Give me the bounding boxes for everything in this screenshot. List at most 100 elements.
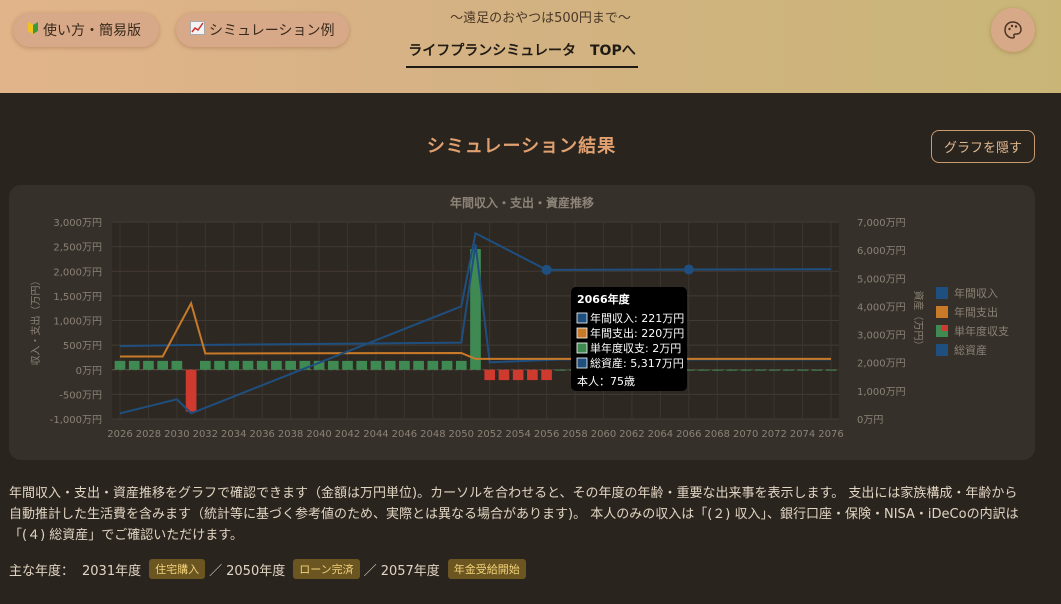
balance-bar (242, 360, 254, 370)
balance-bar (171, 360, 183, 370)
y-tick-label: 1,500万円 (53, 292, 102, 303)
result-title: シミュレーション結果 (426, 136, 617, 157)
y2-tick-label: 4,000万円 (857, 302, 906, 313)
balance-bar (541, 369, 552, 381)
event-badge-pension: 年金受給開始 (447, 559, 526, 579)
balance-bar (327, 360, 339, 370)
tooltip-footer: 本人：75歳 (577, 374, 635, 388)
balance-bar (370, 360, 382, 370)
key-year-3: 2057年度 (380, 563, 440, 579)
balance-bar (143, 360, 154, 370)
x-tick-label: 2060 (591, 429, 616, 440)
balance-bar (356, 360, 368, 370)
chart-title: 年間収入・支出・資産推移 (450, 195, 594, 210)
balance-bar (157, 360, 168, 370)
x-tick-label: 2040 (306, 429, 331, 440)
y-tick-label: -500万円 (59, 390, 102, 401)
balance-bar (399, 360, 410, 370)
x-tick-label: 2044 (363, 429, 388, 440)
x-tick-label: 2066 (676, 429, 701, 440)
balance-bar (512, 369, 524, 381)
balance-bar (342, 360, 353, 370)
key-years-label: 主な年度： (9, 563, 75, 579)
theme-palette-button[interactable] (991, 8, 1035, 52)
y-tick-label: -1,000万円 (50, 415, 102, 426)
balance-bar (697, 369, 709, 371)
x-tick-label: 2076 (818, 429, 843, 440)
x-tick-label: 2038 (278, 429, 303, 440)
tagline: 〜遠足のおやつは500円まで〜 (450, 11, 631, 26)
y2-tick-label: 5,000万円 (857, 274, 906, 285)
balance-bar (726, 369, 737, 371)
legend-swatch (936, 306, 948, 318)
y-axis-label: 収入・支出（万円） (29, 276, 42, 366)
event-badge-house: 住宅購入 (149, 559, 206, 579)
x-tick-label: 2036 (249, 429, 274, 440)
x-tick-label: 2046 (392, 429, 417, 440)
event-badge-loan: ローン完済 (293, 559, 360, 579)
balance-bar (498, 369, 510, 381)
balance-bar (783, 369, 794, 371)
tooltip-swatch (576, 327, 588, 339)
balance-bar (768, 369, 780, 371)
tooltip-swatch (576, 342, 588, 354)
y-tick-label: 3,000万円 (53, 218, 102, 229)
balance-bar (740, 369, 752, 371)
balance-bar (384, 360, 396, 370)
app-header: 使い方・簡易版 シミュレーション例 〜遠足のおやつは500円まで〜 ライフプラン… (0, 0, 1061, 93)
y-tick-label: 2,500万円 (53, 243, 102, 254)
legend-swatch (942, 325, 948, 331)
tooltip-row: 年間支出: 220万円 (590, 326, 684, 340)
key-year-2: 2050年度 (226, 563, 286, 579)
tooltip-row: 単年度収支: 2万円 (590, 341, 681, 355)
x-tick-label: 2058 (562, 429, 587, 440)
hide-graph-button[interactable]: グラフを隠す (931, 130, 1035, 163)
x-tick-label: 2072 (761, 429, 786, 440)
tooltip-row: 総資産: 5,317万円 (590, 356, 684, 370)
x-tick-label: 2068 (705, 429, 730, 440)
tooltip-swatch (576, 357, 588, 369)
chart-card: 年間収入・支出・資産推移 3,000万円 2,500万円 2,000万円 1,500万円… (9, 185, 1035, 460)
balance-bar (797, 369, 808, 371)
y2-tick-label: 2,000万円 (857, 359, 906, 370)
y-tick-label: 0万円 (76, 366, 102, 377)
y-tick-label: 2,000万円 (53, 267, 102, 278)
x-tick-label: 2064 (648, 429, 673, 440)
balance-bar (271, 360, 282, 370)
legend-label: 単年度収支 (954, 324, 1009, 338)
balance-bar (555, 369, 567, 371)
asset-marker (541, 264, 552, 275)
x-tick-label: 2054 (505, 429, 530, 440)
balance-bar (256, 360, 268, 370)
y-tick-label: 500万円 (63, 341, 102, 352)
x-tick-label: 2028 (136, 429, 161, 440)
balance-bar (285, 360, 296, 370)
x-tick-label: 2048 (420, 429, 445, 440)
separator: ／ (209, 563, 223, 579)
balance-bar (185, 369, 197, 412)
balance-bar (754, 369, 766, 371)
x-tick-label: 2042 (335, 429, 360, 440)
legend-swatch (936, 287, 948, 299)
x-tick-label: 2030 (164, 429, 189, 440)
y2-tick-label: 0万円 (857, 415, 883, 426)
chart-description: 年間収入・支出・資産推移をグラフで確認できます（金額は万円単位)。カーソルを合わ… (9, 486, 1019, 543)
balance-bar (199, 360, 211, 370)
x-tick-label: 2026 (107, 429, 132, 440)
y2-tick-label: 3,000万円 (857, 331, 906, 342)
income-expense-asset-chart[interactable]: 年間収入・支出・資産推移 3,000万円 2,500万円 2,000万円 1,500万円… (9, 185, 1035, 460)
x-tick-label: 2074 (790, 429, 815, 440)
balance-bar (128, 360, 140, 370)
separator: ／ (363, 563, 377, 579)
legend-label: 年間支出 (954, 305, 998, 319)
y2-tick-label: 7,000万円 (857, 218, 906, 229)
key-years: 主な年度： 2031年度 住宅購入 ／ 2050年度 ローン完済 ／ 2057年… (9, 559, 530, 579)
balance-bar (811, 369, 823, 371)
x-tick-label: 2032 (193, 429, 218, 440)
balance-bar (825, 369, 837, 371)
top-link[interactable]: ライフプランシミュレータ TOPへ (406, 40, 638, 68)
y2-tick-label: 1,000万円 (857, 387, 906, 398)
balance-bar (484, 369, 496, 381)
legend-label: 年間収入 (954, 286, 998, 300)
balance-bar (114, 360, 126, 370)
